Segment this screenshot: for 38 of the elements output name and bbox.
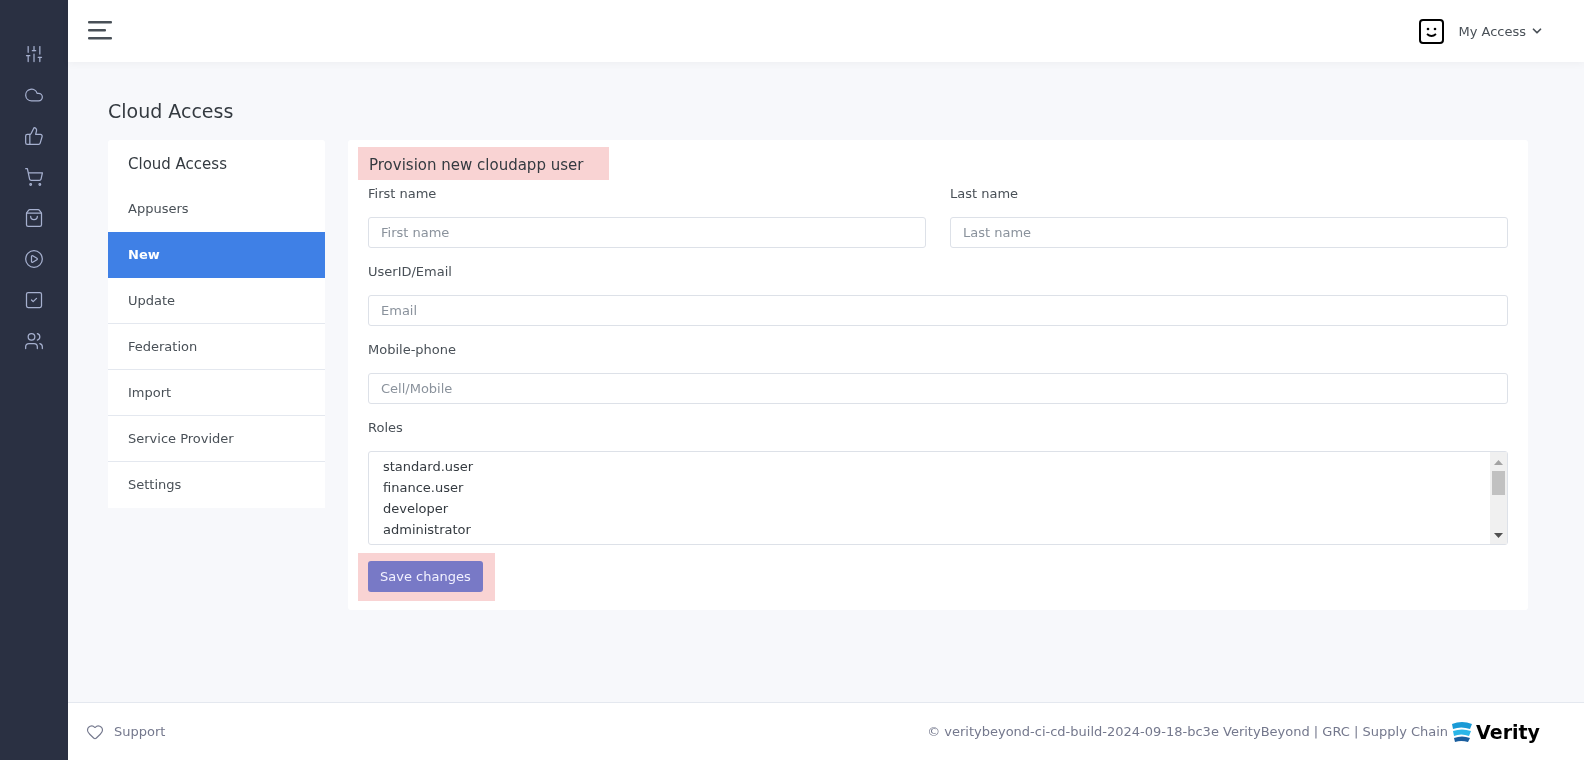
smiley-icon[interactable] [1419, 18, 1445, 44]
logo-text: Verity [1476, 720, 1540, 743]
field-label: First name [368, 186, 438, 203]
role-option[interactable]: finance.user [383, 477, 1476, 498]
nav-item[interactable]: New [108, 232, 325, 278]
scrollbar-thumb[interactable] [1492, 471, 1505, 495]
field-label: UserID/Email [368, 264, 453, 281]
field-label: Mobile-phone [368, 342, 458, 359]
field-label: Last name [950, 186, 1020, 203]
checkbox-icon[interactable] [24, 290, 44, 310]
role-option[interactable]: administrator [383, 519, 1476, 540]
role-option[interactable]: developer [383, 498, 1476, 519]
logo-icon [1450, 719, 1475, 744]
thumbs-up-icon[interactable] [24, 126, 44, 146]
support-label: Support [114, 724, 166, 739]
save-button[interactable]: Save changes [368, 561, 483, 592]
users-icon[interactable] [24, 331, 44, 351]
nav-title: Cloud Access [127, 154, 228, 175]
scrollbar[interactable] [1490, 452, 1507, 544]
field-label: Roles [368, 420, 404, 437]
cart-icon[interactable] [24, 167, 44, 187]
page-title: Cloud Access [108, 100, 235, 122]
copyright-text: © veritybeyond-ci-cd-build-2024-09-18-bc3e VerityBeyond | GRC | Supply Chain [927, 724, 1449, 739]
account-menu[interactable]: My Access [1458, 23, 1544, 39]
form-title: Provision new cloudapp user [358, 147, 610, 180]
input-field[interactable]: Cell/Mobile [368, 373, 1508, 404]
bag-icon[interactable] [24, 208, 44, 228]
heart-icon [86, 722, 104, 741]
sliders-icon[interactable] [24, 44, 44, 64]
roles-listbox[interactable]: standard.user finance.user developer administrator [368, 451, 1508, 545]
scroll-down-arrow-icon[interactable] [1494, 533, 1503, 538]
input-field[interactable]: Last name [950, 217, 1508, 248]
input-field[interactable]: First name [368, 217, 926, 248]
input-field[interactable]: Email [368, 295, 1508, 326]
menu-icon[interactable] [88, 21, 114, 41]
role-option[interactable]: standard.user [383, 456, 1476, 477]
play-icon[interactable] [24, 249, 44, 269]
support-link[interactable]: Support [86, 722, 166, 741]
